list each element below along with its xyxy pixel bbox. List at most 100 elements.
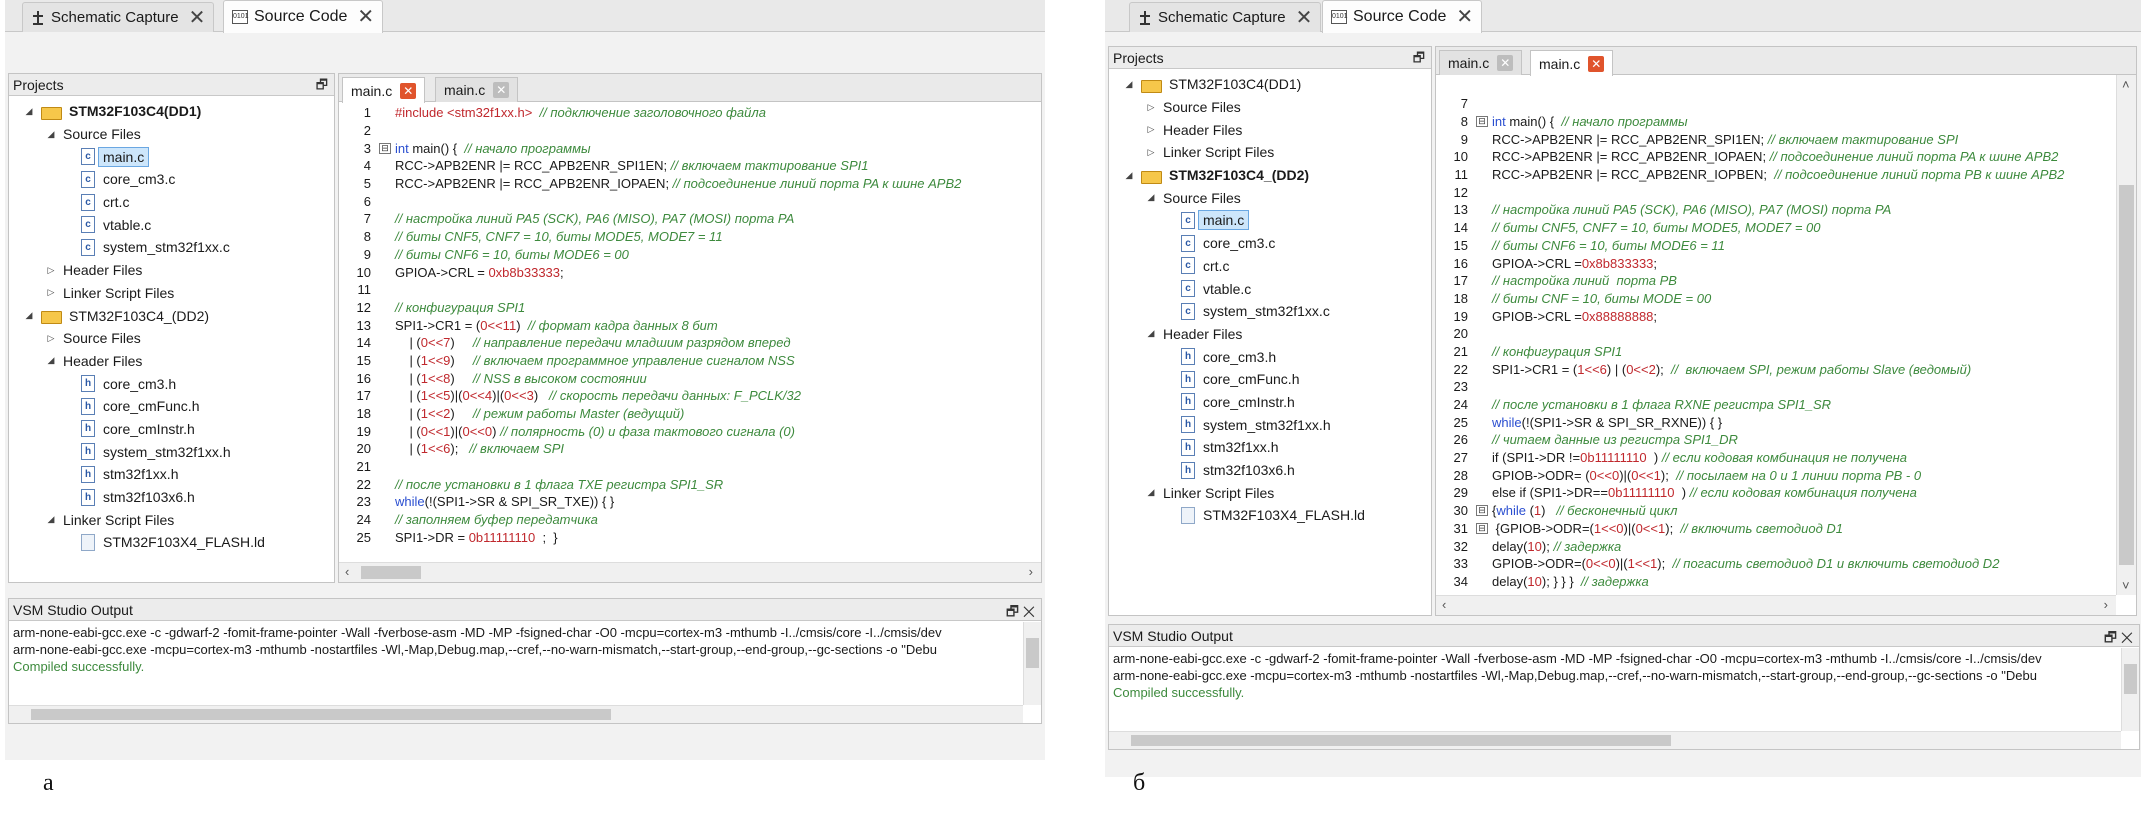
tree-node[interactable]: c system_stm32f1xx.c [9,236,334,259]
tree-node[interactable]: ◢ Linker Script Files [9,508,334,531]
tree-node[interactable]: c system_stm32f1xx.c [1109,300,1431,323]
close-icon[interactable]: ✕ [400,82,417,99]
code-line[interactable]: 33 GPIOB->ODR=(0<<0)|(1<<1); // погасить … [1442,555,2114,573]
code-line[interactable]: 19 GPIOB->CRL = 0x88888888; [1442,307,2114,325]
code-line[interactable]: 9 RCC->APB2ENR |= RCC_APB2ENR_SPI1EN; // … [1442,130,2114,148]
fold-toggle-icon[interactable]: ⊟ [1476,505,1488,517]
collapse-arrow-icon[interactable]: ◢ [1145,328,1157,339]
tree-node[interactable]: h stm32f103x6.h [9,486,334,509]
code-line[interactable]: 13 // настройка линий PA5 (SCK), PA6 (MIS… [1442,201,2114,219]
scroll-left-icon[interactable]: ‹ [1442,597,1446,612]
code-line[interactable]: 34 delay(10); } } } // задержка [1442,573,2114,591]
tree-node[interactable]: c crt.c [9,191,334,214]
tree-node[interactable]: h stm32f103x6.h [1109,459,1431,482]
code-line[interactable]: 22 SPI1->CR1 = (1<<6) | (0<<2); // включа… [1442,360,2114,378]
close-icon[interactable]: ✕ [493,82,510,98]
vertical-scrollbar[interactable] [2121,648,2139,731]
code-line[interactable]: 11 RCC->APB2ENR |= RCC_APB2ENR_IOPBEN; //… [1442,166,2114,184]
scroll-thumb[interactable] [2119,185,2134,565]
tree-node[interactable]: c core_cm3.c [1109,232,1431,255]
expand-arrow-icon[interactable]: ▷ [1145,102,1157,113]
tree-node[interactable]: c main.c [9,145,334,168]
collapse-arrow-icon[interactable]: ◢ [1145,487,1157,498]
editor-tab-main-c[interactable]: main.c ✕ [435,77,519,102]
tree-node[interactable]: ◢ Linker Script Files [1109,481,1431,504]
editor-tab-main-c[interactable]: main.c ✕ [1530,50,1614,76]
tree-node[interactable]: ▷ Header Files [1109,118,1431,141]
tree-node[interactable]: h core_cmInstr.h [9,418,334,441]
code-line[interactable]: 12 [1442,183,2114,201]
horizontal-scrollbar[interactable] [9,705,1023,723]
tab-schematic-capture[interactable]: Schematic Capture ✕ [1129,2,1322,32]
code-line[interactable]: 17 // настройка линий порта PB [1442,272,2114,290]
code-area[interactable]: 7 8 ⊟ int main() { // начало программы 9 RCC-… [1442,95,2114,590]
expand-arrow-icon[interactable]: ▷ [45,287,57,298]
collapse-arrow-icon[interactable]: ◢ [23,106,35,117]
tree-node[interactable]: c main.c [1109,209,1431,232]
tree-node[interactable]: STM32F103X4_FLASH.ld [9,531,334,554]
scroll-thumb[interactable] [31,709,611,720]
close-icon[interactable]: ✕ [1497,55,1514,71]
expand-arrow-icon[interactable]: ▷ [1145,124,1157,135]
scroll-left-icon[interactable]: ‹ [345,564,349,579]
restore-icon[interactable]: 🗗 [1413,49,1425,71]
vertical-scrollbar[interactable] [1023,622,1041,705]
fold-toggle-icon[interactable]: ⊟ [379,142,391,154]
scroll-down-icon[interactable]: ˅ [2122,578,2130,593]
tree-node[interactable]: ▷ Source Files [1109,96,1431,119]
tree-node[interactable]: ◢ STM32F103C4_(DD2) [1109,164,1431,187]
tree-node[interactable]: h core_cm3.h [1109,345,1431,368]
scroll-thumb[interactable] [361,566,421,579]
tree-node[interactable]: ▷ Source Files [9,327,334,350]
code-line[interactable]: 3 ⊟ int main() { // начало программы [345,139,1019,157]
code-line[interactable]: 28 GPIOB->ODR= (0<<0)|(0<<1); // посылаем… [1442,466,2114,484]
tree-node[interactable]: ◢ STM32F103C4(DD1) [1109,73,1431,96]
horizontal-scrollbar[interactable]: ‹ › [1436,595,2116,615]
code-line[interactable]: 18 | (1<<2) // режим работы Master (веду… [345,405,1019,423]
code-line[interactable]: 27 if (SPI1->DR != 0b11111110 ) // если ко… [1442,449,2114,467]
editor-tab-main-c[interactable]: main.c ✕ [342,77,426,103]
code-line[interactable]: 20 [1442,325,2114,343]
code-line[interactable]: 6 [345,192,1019,210]
code-line[interactable]: 4 RCC->APB2ENR |= RCC_APB2ENR_SPI1EN; // … [345,157,1019,175]
collapse-arrow-icon[interactable]: ◢ [45,355,57,366]
code-line[interactable]: 14 | (0<<7) // направление передачи млад… [345,334,1019,352]
tree-node[interactable]: c vtable.c [1109,277,1431,300]
code-line[interactable]: 1 #include <stm32f1xx.h> // подключение з… [345,104,1019,122]
close-icon[interactable]: ✕ [1296,8,1313,28]
close-icon[interactable]: ✕ [1588,55,1605,72]
horizontal-scrollbar[interactable]: ‹ › [339,562,1041,582]
code-line[interactable]: 18 // биты CNF = 10, биты MODE = 00 [1442,290,2114,308]
tree-node[interactable]: h system_stm32f1xx.h [9,440,334,463]
tree-node[interactable]: h core_cmFunc.h [1109,368,1431,391]
restore-icon[interactable]: 🗗 [316,76,328,98]
tree-node[interactable]: ◢ Source Files [1109,186,1431,209]
scroll-right-icon[interactable]: › [2104,597,2108,612]
expand-arrow-icon[interactable]: ▷ [1145,147,1157,158]
close-icon[interactable]: ✕ [1456,7,1473,27]
tree-node[interactable]: ◢ STM32F103C4(DD1) [9,100,334,123]
tree-node[interactable]: ◢ STM32F103C4_(DD2) [9,304,334,327]
tree-node[interactable]: ◢ Header Files [1109,323,1431,346]
tree-node[interactable]: h system_stm32f1xx.h [1109,413,1431,436]
scroll-up-icon[interactable]: ˄ [2122,77,2130,92]
code-line[interactable]: 11 [345,281,1019,299]
code-line[interactable]: 26 // читаем данные из регистра SPI1_DR [1442,431,2114,449]
tree-node[interactable]: h stm32f1xx.h [9,463,334,486]
close-icon[interactable]: ✕ [189,8,206,28]
tree-node[interactable]: ▷ Linker Script Files [9,282,334,305]
code-line[interactable]: 31 ⊟ {GPIOB->ODR=(1<<0)|(0<<1); // включи… [1442,520,2114,538]
code-line[interactable]: 23 while (!(SPI1->SR & SPI_SR_TXE)) { } [345,493,1019,511]
tree-node[interactable]: h core_cmFunc.h [9,395,334,418]
editor-tab-main-c[interactable]: main.c ✕ [1439,50,1523,75]
tree-node[interactable]: h stm32f1xx.h [1109,436,1431,459]
vertical-scrollbar[interactable]: ˄ ˅ [2116,75,2136,595]
close-icon[interactable]: ✕ [357,7,374,27]
code-line[interactable]: 10 RCC->APB2ENR |= RCC_APB2ENR_IOPAEN; //… [1442,148,2114,166]
code-line[interactable]: 22 // после установки в 1 флага TXE регис… [345,475,1019,493]
collapse-arrow-icon[interactable]: ◢ [45,129,57,140]
code-line[interactable]: 15 // биты CNF6 = 10, биты MODE6 = 11 [1442,237,2114,255]
fold-toggle-icon[interactable]: ⊟ [1476,522,1488,534]
code-line[interactable]: 7 [1442,95,2114,113]
code-line[interactable]: 21 // конфигурация SPI1 [1442,343,2114,361]
